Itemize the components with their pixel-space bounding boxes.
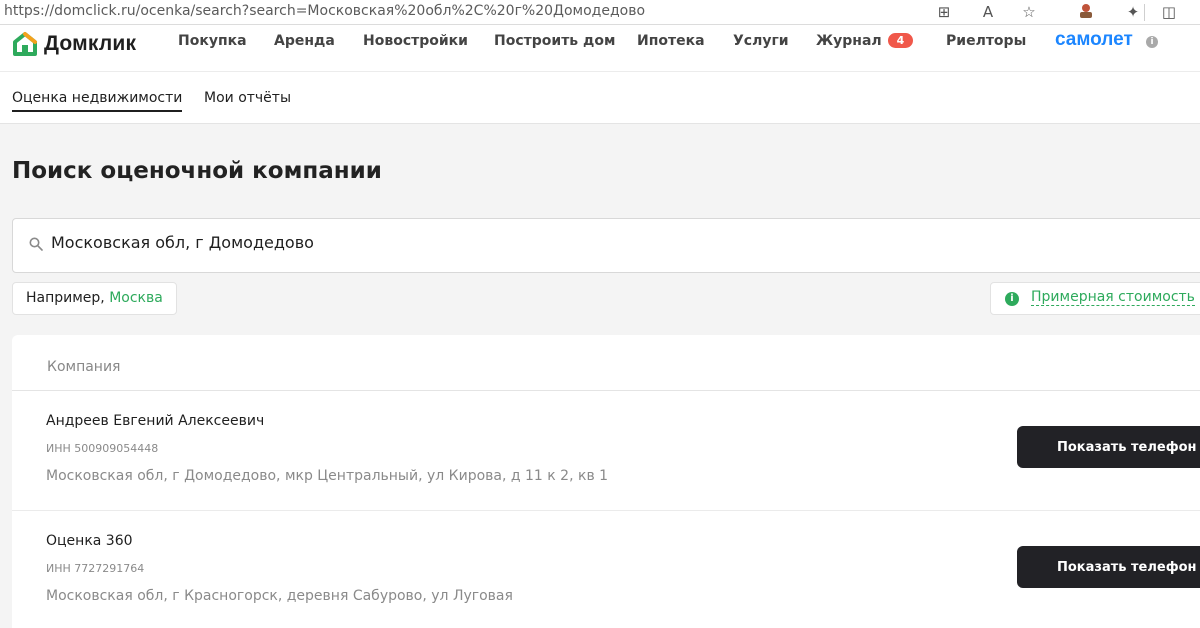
sub-navigation: Оценка недвижимости Мои отчёты [0, 71, 1200, 124]
journal-count-badge: 4 [887, 33, 914, 48]
companies-table: Компания Андреев Евгений Алексеевич ИНН … [12, 335, 1200, 628]
domclick-logo[interactable]: Домклик [12, 31, 162, 57]
company-address: Московская обл, г Красногорск, деревня С… [46, 588, 513, 604]
info-circle-icon: i [1005, 292, 1019, 306]
info-icon[interactable]: i [1146, 36, 1158, 48]
subnav-valuation[interactable]: Оценка недвижимости [12, 90, 183, 112]
read-aloud-icon[interactable]: A [977, 2, 999, 22]
samolet-partner-logo[interactable]: самолет [1055, 29, 1133, 51]
show-phone-button[interactable]: Показать телефон [1017, 546, 1200, 588]
grid-plus-icon[interactable]: ⊞ [933, 2, 955, 22]
nav-new-buildings[interactable]: Новостройки [363, 33, 468, 49]
logo-text: Домклик [44, 32, 137, 55]
company-address: Московская обл, г Домодедово, мкр Центра… [46, 468, 609, 484]
company-name: Оценка 360 [46, 533, 133, 549]
column-header-company: Компания [47, 359, 121, 375]
search-box[interactable] [12, 218, 1200, 273]
search-icon [29, 237, 43, 251]
company-inn: ИНН 500909054448 [46, 442, 159, 455]
toolbar-separator [1144, 4, 1145, 21]
extensions-icon[interactable]: ✦ [1122, 2, 1144, 22]
star-icon[interactable]: ☆ [1018, 2, 1040, 22]
nav-journal[interactable]: Журнал 4 [816, 33, 914, 49]
page-title: Поиск оценочной компании [12, 158, 382, 184]
search-input[interactable] [51, 233, 951, 252]
profile-icon[interactable] [1075, 2, 1097, 22]
example-chip[interactable]: Например, Москва [12, 282, 177, 315]
company-inn: ИНН 7727291764 [46, 562, 145, 575]
house-logo-icon [13, 32, 37, 56]
nav-journal-label: Журнал [816, 33, 882, 49]
nav-services[interactable]: Услуги [733, 33, 789, 49]
site-header: Домклик Покупка Аренда Новостройки Постр… [0, 25, 1200, 71]
company-name: Андреев Евгений Алексеевич [46, 413, 265, 429]
approx-cost-link[interactable]: Примерная стоимость [1031, 289, 1195, 306]
nav-build-house[interactable]: Построить дом [494, 33, 615, 49]
browser-address-bar[interactable]: https://domclick.ru/ocenka/search?search… [0, 0, 1200, 25]
table-row: Оценка 360 ИНН 7727291764 Московская обл… [12, 511, 1200, 628]
example-city-link[interactable]: Москва [109, 290, 163, 306]
nav-rent[interactable]: Аренда [274, 33, 335, 49]
show-phone-button[interactable]: Показать телефон [1017, 426, 1200, 468]
approx-cost-chip[interactable]: i Примерная стоимость [990, 282, 1200, 315]
nav-realtors[interactable]: Риелторы [946, 33, 1026, 49]
example-prefix: Например, [26, 290, 110, 306]
address-url[interactable]: https://domclick.ru/ocenka/search?search… [4, 3, 645, 19]
split-screen-icon[interactable]: ◫ [1158, 2, 1180, 22]
nav-mortgage[interactable]: Ипотека [637, 33, 705, 49]
table-row: Андреев Евгений Алексеевич ИНН 500909054… [12, 391, 1200, 511]
subnav-my-reports[interactable]: Мои отчёты [204, 90, 291, 110]
nav-buy[interactable]: Покупка [178, 33, 247, 49]
